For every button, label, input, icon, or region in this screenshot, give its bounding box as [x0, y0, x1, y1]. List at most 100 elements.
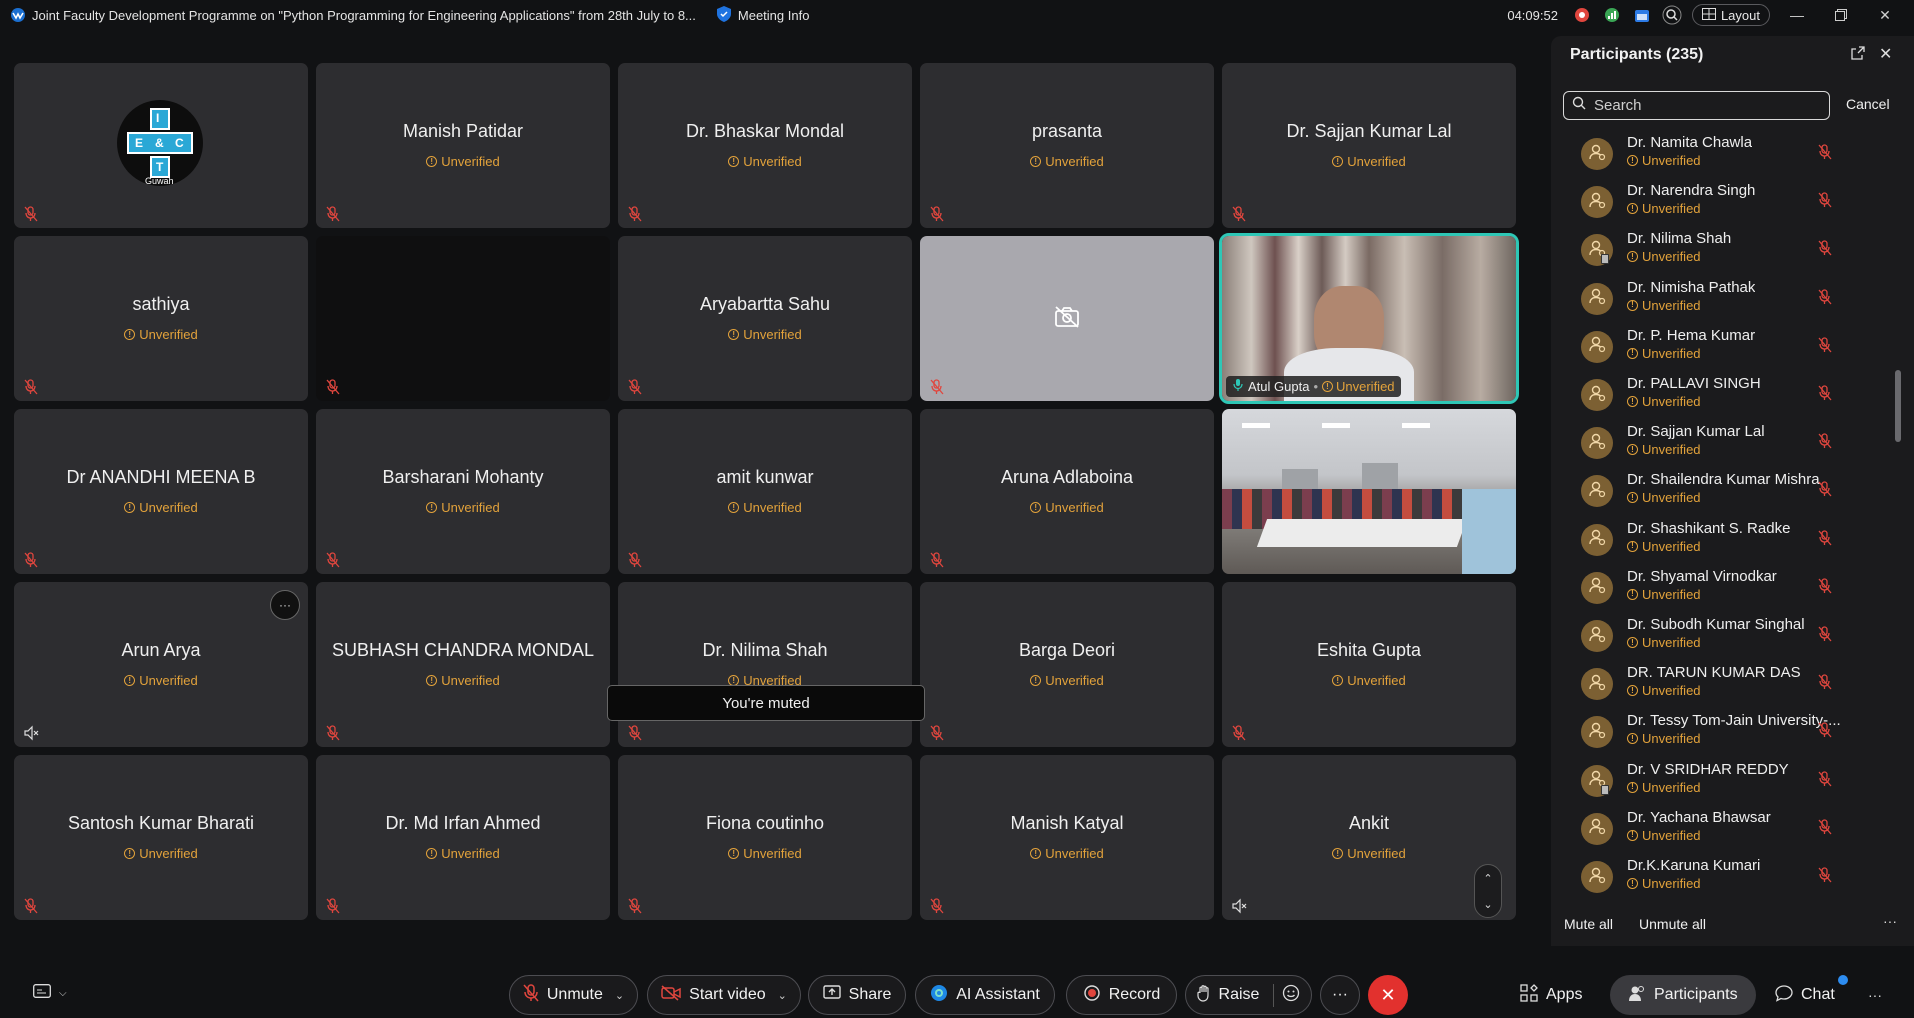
participant-row[interactable]: Dr. Nilima Shah ! Unverified [1581, 228, 1891, 272]
apps-button[interactable]: Apps [1520, 975, 1582, 1015]
network-health-icon[interactable] [1602, 5, 1622, 25]
mic-muted-icon[interactable] [1817, 385, 1833, 401]
video-tile[interactable] [316, 236, 610, 401]
video-tile[interactable] [920, 236, 1214, 401]
participant-name: Dr. Md Irfan Ahmed [385, 813, 541, 833]
meeting-info-button[interactable]: Meeting Info [716, 5, 809, 26]
video-tile[interactable]: sathiya! Unverified [14, 236, 308, 401]
chevron-down-icon[interactable]: ⌄ [615, 989, 624, 1002]
participant-search-input[interactable] [1594, 97, 1814, 114]
minimize-button[interactable]: — [1780, 0, 1814, 30]
video-tile[interactable]: Aruna Adlaboina! Unverified [920, 409, 1214, 574]
video-tile[interactable]: Barsharani Mohanty! Unverified [316, 409, 610, 574]
mic-muted-icon [627, 379, 643, 395]
participant-row[interactable]: Dr. Tessy Tom-Jain University-... ! Unver… [1581, 710, 1891, 754]
video-tile[interactable]: Fiona coutinho! Unverified [618, 755, 912, 920]
record-button[interactable]: Record [1066, 975, 1177, 1015]
video-tile[interactable]: Dr. Sajjan Kumar Lal! Unverified [1222, 63, 1516, 228]
mic-muted-icon[interactable] [1817, 433, 1833, 449]
chevron-up-icon[interactable]: ⌃ [1483, 872, 1492, 885]
participant-search-box[interactable] [1563, 91, 1830, 120]
mic-muted-icon[interactable] [1817, 481, 1833, 497]
scrollbar-thumb[interactable] [1895, 370, 1901, 442]
chevron-down-icon[interactable]: ⌄ [778, 989, 787, 1002]
share-button[interactable]: Share [808, 975, 906, 1015]
mic-muted-icon[interactable] [1817, 144, 1833, 160]
video-tile[interactable]: Dr. Nilima Shah! Unverified [618, 582, 912, 747]
mic-muted-icon[interactable] [1817, 819, 1833, 835]
participant-row[interactable]: Dr. Shyamal Virnodkar ! Unverified [1581, 566, 1891, 610]
start-video-button[interactable]: Start video ⌄ [647, 975, 801, 1015]
video-tile[interactable]: Dr. Md Irfan Ahmed! Unverified [316, 755, 610, 920]
mic-muted-icon[interactable] [1817, 674, 1833, 690]
grid-page-scroller[interactable]: ⌃ ⌄ [1474, 864, 1502, 918]
video-tile[interactable]: Aryabartta Sahu! Unverified [618, 236, 912, 401]
close-panel-icon[interactable]: ✕ [1879, 44, 1892, 64]
video-tile[interactable]: Dr. Bhaskar Mondal! Unverified [618, 63, 912, 228]
participant-row[interactable]: Dr. Sajjan Kumar Lal ! Unverified [1581, 421, 1891, 465]
video-tile[interactable]: Dr ANANDHI MEENA B! Unverified [14, 409, 308, 574]
participant-row[interactable]: Dr. Nimisha Pathak ! Unverified [1581, 277, 1891, 321]
more-options-button[interactable]: ··· [1320, 975, 1360, 1015]
video-tile[interactable]: Arun Arya! Unverified ··· [14, 582, 308, 747]
video-tile[interactable] [1222, 409, 1516, 574]
chevron-down-icon[interactable]: ⌄ [1483, 898, 1492, 911]
chat-button[interactable]: Chat [1775, 975, 1835, 1015]
participants-button[interactable]: Participants [1610, 975, 1756, 1015]
mic-muted-icon[interactable] [1817, 722, 1833, 738]
video-tile[interactable]: Manish Patidar! Unverified [316, 63, 610, 228]
video-tile[interactable]: Atul Gupta • ! Unverified [1219, 233, 1519, 404]
ai-assistant-icon [930, 984, 948, 1007]
mic-muted-icon[interactable] [1817, 529, 1833, 546]
recording-icon[interactable] [1572, 5, 1592, 25]
participant-row[interactable]: Dr. PALLAVI SINGH ! Unverified [1581, 373, 1891, 417]
participant-row[interactable]: DR. TARUN KUMAR DAS ! Unverified [1581, 662, 1891, 706]
panel-more-options-button[interactable]: ··· [1883, 913, 1897, 929]
mic-muted-icon[interactable] [1817, 240, 1833, 256]
video-tile[interactable]: I E & C T Guwah [14, 63, 308, 228]
cancel-search-button[interactable]: Cancel [1846, 96, 1890, 112]
video-tile[interactable]: Eshita Gupta! Unverified [1222, 582, 1516, 747]
mic-muted-icon[interactable] [1817, 192, 1833, 208]
video-tile[interactable]: Manish Katyal! Unverified [920, 755, 1214, 920]
participant-row[interactable]: Dr. Narendra Singh ! Unverified [1581, 180, 1891, 224]
mute-all-button[interactable]: Mute all [1564, 916, 1613, 932]
video-tile[interactable]: prasanta! Unverified [920, 63, 1214, 228]
layout-button[interactable]: Layout [1691, 4, 1770, 26]
restore-button[interactable] [1824, 0, 1858, 30]
unmute-all-button[interactable]: Unmute all [1639, 916, 1706, 932]
zoom-search-icon[interactable] [1662, 5, 1682, 25]
video-tile[interactable]: SUBHASH CHANDRA MONDAL! Unverified [316, 582, 610, 747]
participant-name: sathiya [132, 294, 190, 314]
captions-button[interactable]: ⌵ [33, 984, 67, 1003]
video-tile[interactable]: amit kunwar! Unverified [618, 409, 912, 574]
unmute-button[interactable]: Unmute ⌄ [509, 975, 638, 1015]
participant-row[interactable]: Dr.K.Karuna Kumari ! Unverified [1581, 855, 1891, 894]
mic-muted-icon[interactable] [1817, 626, 1833, 642]
video-tile[interactable]: Barga Deori! Unverified [920, 582, 1214, 747]
participant-row[interactable]: Dr. Shailendra Kumar Mishra ! Unverified [1581, 469, 1891, 513]
calendar-icon[interactable] [1632, 5, 1652, 25]
participant-row[interactable]: Dr. Yachana Bhawsar ! Unverified [1581, 807, 1891, 851]
leave-meeting-button[interactable]: ✕ [1368, 975, 1408, 1015]
participant-row[interactable]: Dr. Subodh Kumar Singhal ! Unverified [1581, 614, 1891, 658]
tile-more-options-button[interactable]: ··· [270, 590, 300, 620]
participant-row[interactable]: Dr. P. Hema Kumar ! Unverified [1581, 325, 1891, 369]
mic-muted-icon[interactable] [1817, 578, 1833, 594]
overflow-menu-button[interactable]: ··· [1868, 975, 1882, 1015]
video-tile[interactable]: Ankit! Unverified [1222, 755, 1516, 920]
video-tile[interactable]: Santosh Kumar Bharati! Unverified [14, 755, 308, 920]
participant-list-scrollbar[interactable] [1893, 132, 1903, 894]
close-window-button[interactable]: ✕ [1868, 0, 1902, 30]
mic-muted-icon[interactable] [1817, 337, 1833, 353]
mic-muted-icon[interactable] [1817, 288, 1833, 305]
ai-assistant-button[interactable]: AI Assistant [915, 975, 1055, 1015]
participant-row[interactable]: Dr. V SRIDHAR REDDY ! Unverified [1581, 759, 1891, 803]
mic-muted-icon[interactable] [1817, 770, 1833, 787]
mic-muted-icon[interactable] [1817, 867, 1833, 883]
reactions-icon[interactable] [1273, 983, 1300, 1007]
participant-row[interactable]: Dr. Shashikant S. Radke ! Unverified [1581, 518, 1891, 562]
popout-icon[interactable] [1851, 46, 1865, 65]
raise-hand-button[interactable]: Raise [1185, 975, 1312, 1015]
participant-row[interactable]: Dr. Namita Chawla ! Unverified [1581, 132, 1891, 176]
